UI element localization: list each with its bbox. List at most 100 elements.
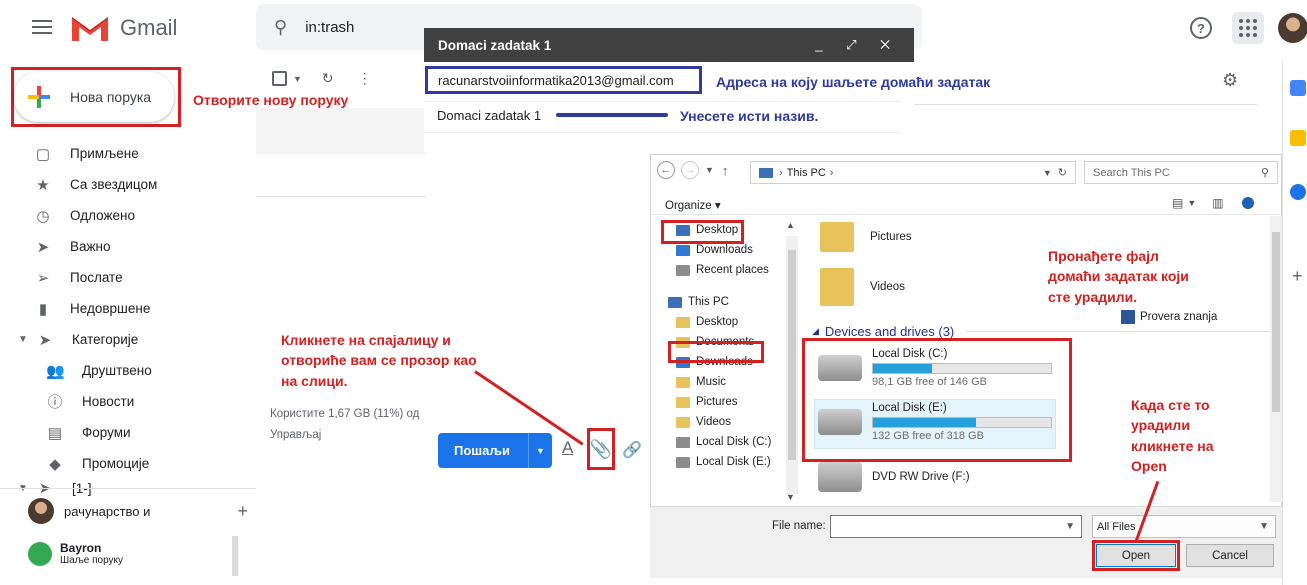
- sidebar-item-label: Послате: [70, 270, 123, 285]
- find-note-line: сте урадили.: [1048, 288, 1138, 305]
- scroll-up-icon[interactable]: ▲: [786, 220, 795, 230]
- forum-icon: ▤: [47, 424, 63, 442]
- sidebar-item-label: Новости: [82, 394, 135, 409]
- compose-window-header[interactable]: Domaci zadatak 1 _ ⤢ ✕: [424, 28, 914, 62]
- back-icon[interactable]: ←: [657, 161, 675, 179]
- compose-button[interactable]: Нова порука: [14, 72, 174, 122]
- up-icon[interactable]: ↑: [722, 163, 729, 178]
- file-name-input[interactable]: ▼: [830, 515, 1082, 538]
- clip-note-line: на слици.: [281, 372, 348, 389]
- sidebar-category-item[interactable]: ▤ Форуми: [0, 417, 250, 448]
- forward-icon[interactable]: →: [681, 161, 699, 179]
- gmail-logo[interactable]: Gmail: [70, 12, 177, 44]
- sidebar-item-label: Друштвено: [82, 363, 152, 378]
- insert-link-icon[interactable]: 🔗: [622, 440, 642, 460]
- folder-icon: [676, 244, 690, 256]
- tree-item[interactable]: Videos: [660, 412, 800, 432]
- tree-item[interactable]: Local Disk (C:): [660, 432, 800, 452]
- sidebar-category-item[interactable]: ⓘ Новости: [0, 386, 250, 417]
- view-options-icon[interactable]: ▤: [1172, 196, 1183, 210]
- sidebar-item-categories[interactable]: ▼ ➤ Категорије: [0, 324, 250, 355]
- scroll-down-icon[interactable]: ▼: [786, 492, 795, 502]
- sidebar-item-label: Категорије: [72, 332, 139, 347]
- sidebar-item[interactable]: ➤ Важно: [0, 231, 250, 262]
- file-type-select[interactable]: All Files ▼: [1092, 515, 1276, 538]
- settings-gear-icon[interactable]: ⚙: [1222, 70, 1238, 91]
- chevron-down-icon[interactable]: ▼: [1065, 521, 1075, 532]
- sidebar-category-item[interactable]: 👥 Друштвено: [0, 355, 250, 386]
- add-contact-icon[interactable]: +: [237, 501, 248, 522]
- tree-item-label: Music: [696, 376, 727, 388]
- sidebar-divider: [0, 488, 256, 489]
- send-button[interactable]: Пошаљи ▼: [438, 433, 552, 468]
- sidebar-item-label: Са звездицом: [70, 177, 158, 192]
- tree-item[interactable]: Music: [660, 372, 800, 392]
- tree-item[interactable]: Local Disk (E:): [660, 452, 800, 472]
- word-document-icon: [1121, 310, 1135, 324]
- sidebar-scrollbar[interactable]: [232, 536, 238, 576]
- help-icon[interactable]: [1241, 197, 1254, 209]
- tasks-icon[interactable]: [1290, 184, 1306, 200]
- chevron-down-icon[interactable]: ▼: [1259, 521, 1269, 532]
- sidebar-item[interactable]: ▢ Примљене: [0, 138, 250, 169]
- hangout-contact[interactable]: Bayron Шаље поруку: [28, 541, 123, 566]
- tree-item[interactable]: This PC: [660, 292, 800, 312]
- sidebar-item-label: Недовршене: [70, 301, 151, 316]
- add-addon-icon[interactable]: +: [1292, 266, 1303, 287]
- help-icon[interactable]: ?: [1190, 17, 1212, 39]
- tree-scrollbar-thumb[interactable]: [788, 250, 796, 460]
- subject-field[interactable]: Domaci zadatak 1: [437, 108, 541, 123]
- to-field[interactable]: racunarstvoiinformatika2013@gmail.com: [425, 66, 702, 94]
- drive-item[interactable]: DVD RW Drive (F:): [818, 462, 970, 492]
- organize-menu[interactable]: Organize ▾: [665, 198, 721, 212]
- find-note-line: Пронађете фајл: [1048, 248, 1159, 264]
- sidebar-item[interactable]: ★ Са звездицом: [0, 169, 250, 200]
- more-icon[interactable]: ⋮: [358, 70, 372, 87]
- tree-item-label: Videos: [696, 416, 731, 428]
- hangouts-account[interactable]: рачунарство и +: [28, 498, 248, 524]
- keep-icon[interactable]: [1290, 130, 1306, 146]
- calendar-icon[interactable]: [1290, 80, 1306, 96]
- document-file-item[interactable]: Provera znanja: [1121, 310, 1217, 324]
- refresh-icon[interactable]: ↻: [1058, 166, 1067, 179]
- contact-status: Шаље поруку: [60, 555, 124, 566]
- send-options-icon[interactable]: ▼: [528, 433, 552, 468]
- refresh-icon[interactable]: ↻: [322, 70, 334, 87]
- sidebar-item[interactable]: ➢ Послате: [0, 262, 250, 293]
- search-input[interactable]: in:trash: [305, 19, 354, 36]
- folder-item[interactable]: Pictures: [820, 222, 912, 252]
- devices-heading[interactable]: ◢ Devices and drives (3): [812, 324, 954, 339]
- main-menu-icon[interactable]: [30, 16, 54, 40]
- address-dropdown-icon[interactable]: ▼: [1043, 168, 1052, 178]
- tree-item[interactable]: Desktop: [660, 312, 800, 332]
- window-controls[interactable]: _ ⤢ ✕: [815, 37, 900, 53]
- tree-item[interactable]: Recent places: [660, 260, 800, 280]
- cancel-button[interactable]: Cancel: [1186, 544, 1274, 567]
- account-avatar[interactable]: [1278, 13, 1307, 43]
- sidebar-item[interactable]: ▮ Недовршене: [0, 293, 250, 324]
- recent-dropdown-icon[interactable]: ▼: [705, 165, 714, 175]
- caret-down-icon[interactable]: ▼: [18, 334, 30, 345]
- attach-file-icon[interactable]: 📎: [587, 428, 615, 470]
- tree-item-label: Downloads: [696, 244, 753, 256]
- view-dropdown-icon[interactable]: ▼: [1187, 198, 1196, 208]
- select-dropdown-icon[interactable]: ▼: [293, 74, 302, 84]
- preview-pane-icon[interactable]: ▥: [1212, 196, 1223, 210]
- search-icon[interactable]: ⚲: [1261, 166, 1269, 179]
- pc-icon: [759, 167, 773, 178]
- address-bar[interactable]: › This PC › ▼ ↻: [750, 161, 1076, 184]
- formatting-icon[interactable]: A: [562, 438, 573, 458]
- collapse-icon[interactable]: ◢: [812, 326, 819, 337]
- select-all-checkbox[interactable]: [272, 71, 287, 86]
- sidebar-item[interactable]: ◷ Одложено: [0, 200, 250, 231]
- files-scrollbar-thumb[interactable]: [1272, 232, 1280, 412]
- chevron-right-icon: ›: [829, 166, 834, 179]
- folder-item[interactable]: Videos: [820, 268, 905, 306]
- apps-grid-icon[interactable]: [1232, 12, 1264, 44]
- manage-link[interactable]: Управљај: [270, 429, 321, 441]
- tree-item[interactable]: Pictures: [660, 392, 800, 412]
- sidebar-category-item[interactable]: ◆ Промоције: [0, 448, 250, 479]
- search-icon[interactable]: ⚲: [274, 17, 287, 38]
- breadcrumb[interactable]: This PC: [787, 167, 826, 179]
- dialog-search-input[interactable]: Search This PC ⚲: [1084, 161, 1278, 184]
